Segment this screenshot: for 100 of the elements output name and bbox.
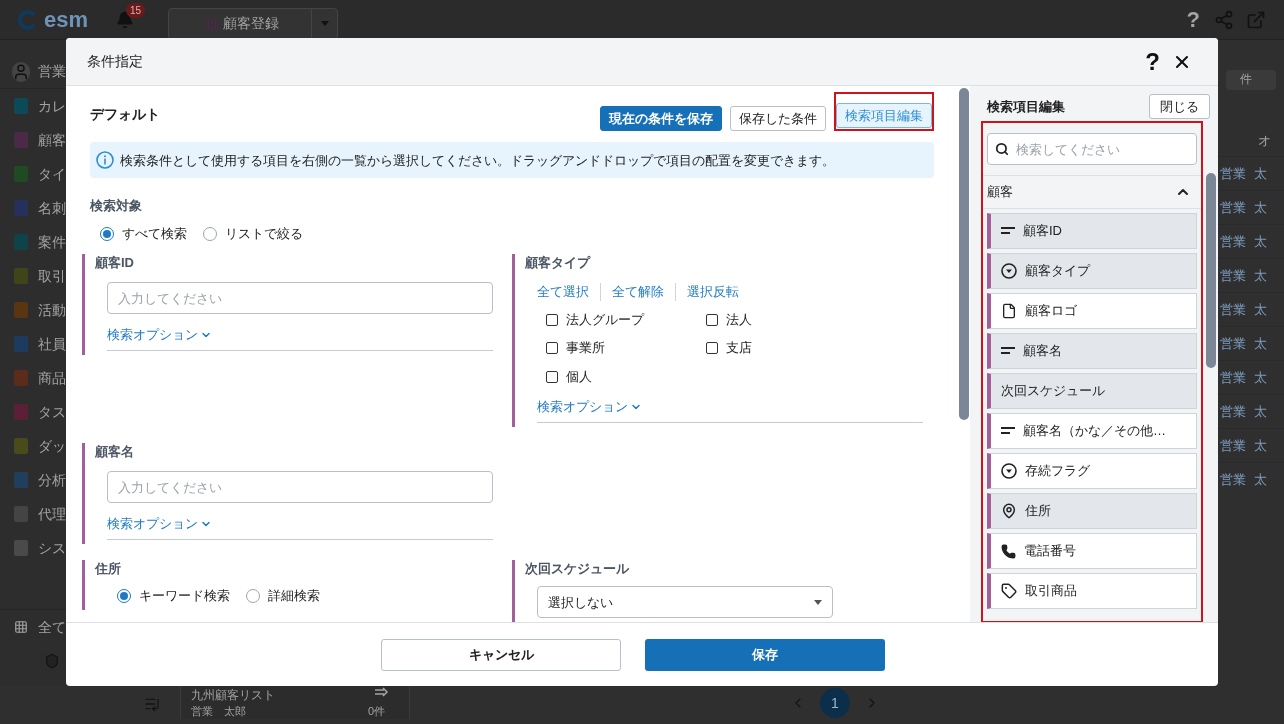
avatar-icon [12, 61, 30, 82]
field-label: 住所 [95, 560, 122, 579]
sidebar-item[interactable]: ダッ [0, 429, 66, 463]
scrollbar-thumb[interactable] [1205, 173, 1216, 368]
user-name: 営業 [38, 62, 66, 81]
table-cell-text: 営業 [1220, 198, 1246, 217]
field-label: 顧客ID [95, 254, 135, 273]
field-item[interactable]: 顧客ID [987, 213, 1197, 249]
record-tab[interactable]: 顧客登録 [168, 7, 339, 40]
table-cell-text: 営業 [1220, 402, 1246, 421]
field-item[interactable]: 顧客タイプ [987, 253, 1197, 289]
select-action-link[interactable]: 選択反転 [687, 282, 739, 302]
arrow-icon [375, 687, 389, 697]
sidebar-item[interactable]: 活動 [0, 293, 66, 327]
checkbox[interactable] [706, 313, 718, 326]
field-item[interactable]: 次回スケジュール [987, 373, 1197, 409]
checkbox[interactable] [706, 342, 718, 354]
toolbar-button[interactable]: 現在の条件を保存 [600, 106, 722, 132]
sidebar-item[interactable]: 代理 [0, 497, 66, 531]
radio-label: キーワード検索 [139, 587, 230, 606]
notification-badge: 15 [126, 2, 146, 18]
select-field[interactable]: 選択しない [537, 586, 833, 619]
radio-label: すべて検索 [122, 224, 187, 243]
list-name[interactable]: 九州顧客リスト [191, 687, 275, 703]
checkbox-label: 個人 [566, 367, 592, 386]
save-button[interactable]: 保存 [645, 638, 885, 671]
sidebar-item[interactable]: カレ [0, 89, 66, 123]
table-cell-text: 太 [1254, 164, 1267, 183]
dropdown-circle-icon [1001, 463, 1017, 479]
checkbox[interactable] [546, 370, 558, 383]
toolbar-button[interactable]: 検索項目編集 [836, 103, 932, 129]
tag-icon [1001, 583, 1017, 599]
field-item[interactable]: 顧客ロゴ [987, 293, 1197, 329]
close-panel-button[interactable]: 閉じる [1149, 94, 1210, 119]
dropdown-circle-icon [1001, 263, 1017, 279]
sidebar-item[interactable]: 名刺 [0, 191, 66, 225]
scrollbar-thumb[interactable] [959, 88, 969, 420]
input-field[interactable]: 入力してください [107, 471, 493, 504]
table-cell-text: 太 [1254, 232, 1267, 251]
table-cell-text: 太 [1254, 334, 1267, 353]
radio-label: 詳細検索 [268, 587, 320, 606]
select-action-link[interactable]: 全て選択 [537, 282, 589, 302]
table-cell-text: 太 [1254, 368, 1267, 387]
field-item[interactable]: 取引商品 [987, 573, 1197, 609]
info-icon [96, 151, 114, 170]
sidebar-item[interactable]: タス [0, 395, 66, 429]
sidebar-item[interactable]: シス [0, 531, 66, 565]
table-cell-text: 営業 [1220, 470, 1246, 489]
filter-button[interactable]: 件 [1226, 70, 1276, 90]
toolbar-button[interactable]: 保存した条件 [730, 106, 826, 132]
sidebar-item[interactable]: 取引 [0, 259, 66, 293]
page-button[interactable]: 1 [820, 688, 850, 718]
field-item[interactable]: 住所 [987, 493, 1197, 529]
help-icon[interactable]: ? [1186, 3, 1200, 36]
input-field[interactable]: 入力してください [107, 282, 493, 315]
help-icon[interactable]: ? [1145, 49, 1160, 74]
logo-mark-icon [18, 9, 38, 30]
section-label: 検索対象 [90, 197, 143, 216]
table-cell-text: 太 [1254, 266, 1267, 285]
file-icon [1001, 303, 1017, 319]
field-label: 顧客タイプ [525, 254, 592, 273]
group-header[interactable]: 顧客 [983, 175, 1201, 209]
table-cell-text: 太 [1254, 436, 1267, 455]
checkbox[interactable] [546, 342, 558, 354]
sidebar-item[interactable]: タイ [0, 157, 66, 191]
table-cell-text: 太 [1254, 470, 1267, 489]
search-option-link[interactable]: 検索オプション [107, 514, 212, 534]
dialog-title: 条件指定 [87, 52, 143, 71]
search-icon [995, 142, 1009, 156]
map-pin-icon [1001, 503, 1017, 519]
preset-name: デフォルト [90, 105, 160, 125]
text-lines-icon [1001, 427, 1015, 435]
table-cell-text: 営業 [1220, 164, 1246, 183]
text-lines-icon [1001, 227, 1015, 235]
sidebar-item[interactable]: 社員 [0, 327, 66, 361]
sidebar-item[interactable]: 案件 [0, 225, 66, 259]
sidebar-item[interactable]: 全て [0, 610, 66, 644]
column-header: オ [1258, 132, 1271, 151]
table-cell-text: 太 [1254, 300, 1267, 319]
table-cell-text: 太 [1254, 402, 1267, 421]
field-label: 顧客名 [95, 443, 135, 462]
cancel-button[interactable]: キャンセル [381, 638, 621, 671]
field-item[interactable]: 顧客名 [987, 333, 1197, 369]
sidebar-item[interactable]: 顧客 [0, 123, 66, 157]
search-field[interactable]: 検索してください [987, 133, 1197, 165]
checkbox[interactable] [546, 313, 558, 326]
list-count: 0件 [367, 704, 385, 719]
field-item[interactable]: 電話番号 [987, 533, 1197, 569]
info-text: 検索条件として使用する項目を右側の一覧から選択してください。ドラッグアンドドロップで項目の配置を変更できます。 [120, 151, 835, 170]
sidebar-item[interactable]: 商品 [0, 361, 66, 395]
table-cell-text: 営業 [1220, 436, 1246, 455]
grid-icon [14, 619, 28, 635]
search-option-link[interactable]: 検索オプション [537, 397, 642, 417]
field-item[interactable]: 顧客名（かな／その他… [987, 413, 1197, 449]
table-cell-text: 営業 [1220, 300, 1246, 319]
search-option-link[interactable]: 検索オプション [107, 325, 212, 345]
sidebar-item[interactable]: 分析 [0, 463, 66, 497]
select-action-link[interactable]: 全て解除 [612, 282, 664, 302]
field-item[interactable]: 存続フラグ [987, 453, 1197, 489]
building-icon [205, 16, 220, 31]
